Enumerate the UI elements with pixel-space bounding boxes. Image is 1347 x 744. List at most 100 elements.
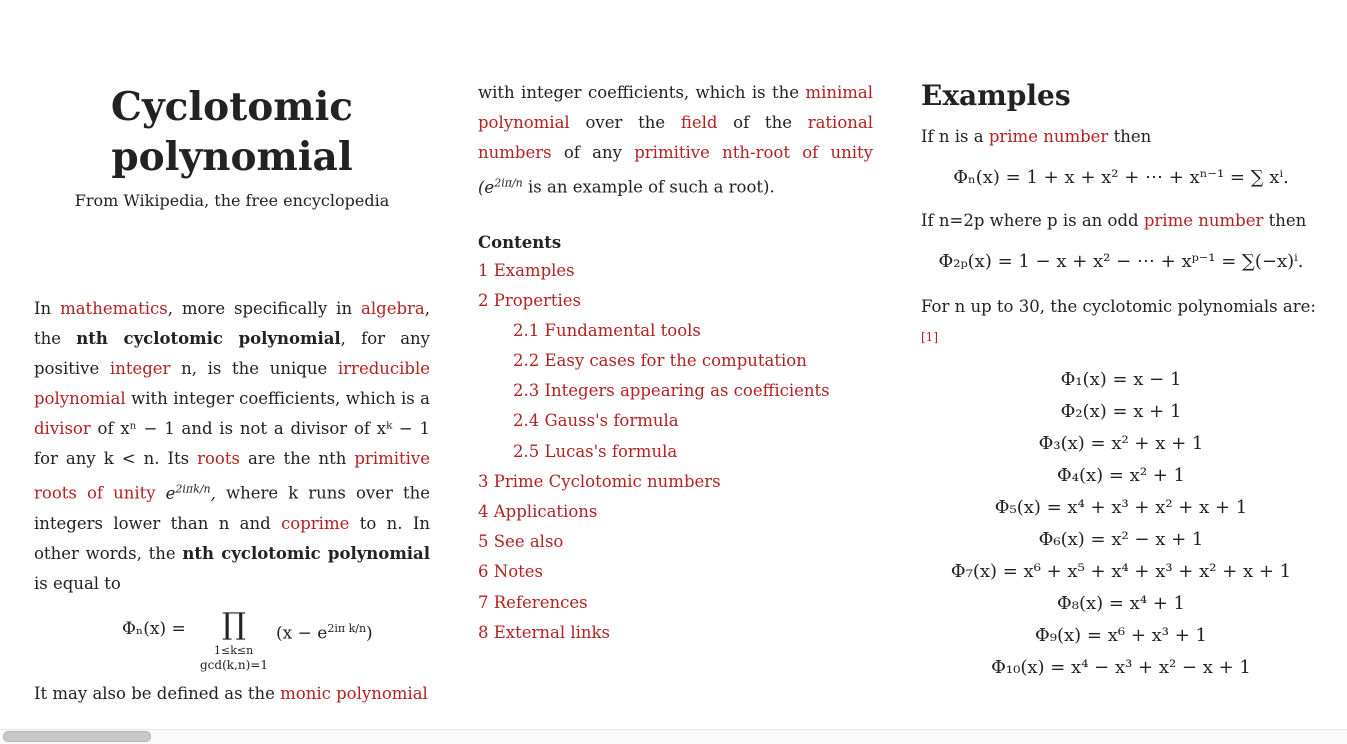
polynomial-1: Φ₁(x) = x − 1 — [1060, 368, 1182, 390]
link-monic-polynomial[interactable]: monic polynomial — [280, 684, 428, 703]
text: of — [97, 419, 114, 438]
scrollbar-thumb[interactable] — [3, 731, 151, 742]
toc-link[interactable]: 2.2 Easy cases for the computation — [513, 351, 807, 370]
polynomial-6: Φ₆(x) = x² − x + 1 — [1038, 528, 1204, 550]
toc-link[interactable]: 2.3 Integers appearing as coefficients — [513, 381, 830, 400]
toc-num: 2.3 — [513, 381, 540, 401]
toc-link[interactable]: 8 External links — [478, 623, 610, 642]
toc-num: 6 — [478, 562, 489, 582]
toc-link[interactable]: 2.5 Lucas's formula — [513, 442, 677, 461]
toc-num: 2 — [478, 290, 489, 310]
toc-num: 5 — [478, 532, 489, 552]
toc-item[interactable]: 2.5 Lucas's formula — [478, 440, 873, 464]
toc-link[interactable]: 7 References — [478, 593, 588, 612]
intro-paragraph: In mathematics, more specifically in alg… — [34, 294, 430, 599]
reference-link[interactable]: [1] — [921, 330, 938, 344]
toc-item[interactable]: 6 Notes — [478, 560, 873, 584]
link-primitive-root[interactable]: primitive nth-root of unity — [634, 143, 873, 162]
toc-label: Properties — [493, 290, 582, 310]
text: n, is the unique — [181, 359, 328, 378]
toc-label: Applications — [493, 502, 598, 521]
formula-close: ) — [366, 623, 373, 644]
toc-label: External links — [493, 622, 611, 642]
text: of the — [733, 113, 792, 132]
text: is equal to — [34, 573, 121, 593]
toc-num: 8 — [478, 622, 489, 642]
toc-num: 2.1 — [513, 320, 540, 340]
toc-link[interactable]: 2.4 Gauss's formula — [513, 411, 679, 430]
toc-item[interactable]: 2.4 Gauss's formula — [478, 409, 873, 433]
product-formula: Φₙ(x) = ∏ (x − e2iπ k/n) 1≤k≤n gcd(k,n)=… — [34, 605, 430, 679]
toc-item[interactable]: 4 Applications — [478, 500, 873, 524]
bold-term: nth cyclotomic polynomial — [182, 543, 430, 563]
link-prime-number[interactable]: prime number — [989, 127, 1109, 146]
intro-paragraph-2: It may also be defined as the monic poly… — [34, 679, 430, 709]
text: then — [1268, 211, 1307, 230]
toc-num: 2.5 — [513, 441, 540, 461]
toc-label: See also — [493, 532, 564, 552]
toc-label: Lucas's formula — [544, 441, 678, 461]
polynomial-4: Φ₄(x) = x² + 1 — [1056, 464, 1186, 486]
toc-item[interactable]: 2.1 Fundamental tools — [478, 319, 873, 343]
polynomial-5: Φ₅(x) = x⁴ + x³ + x² + x + 1 — [994, 496, 1248, 518]
table-of-contents: 1 Examples 2 Properties 2.1 Fundamental … — [478, 259, 873, 645]
link-integer[interactable]: integer — [110, 359, 171, 378]
toc-item[interactable]: 5 See also — [478, 530, 873, 554]
link-roots[interactable]: roots — [197, 449, 240, 468]
toc-label: Prime Cyclotomic numbers — [493, 471, 721, 491]
toc-label: Integers appearing as coefficients — [544, 381, 830, 401]
text: If n is a — [921, 127, 984, 146]
link-field[interactable]: field — [681, 113, 718, 132]
toc-item[interactable]: 3 Prime Cyclotomic numbers — [478, 470, 873, 494]
math-inline: e2iπk/n, — [165, 482, 216, 503]
toc-label: References — [493, 592, 588, 612]
page-title: Cyclotomic polynomial — [34, 82, 430, 182]
polynomial-9: Φ₉(x) = x⁶ + x³ + 1 — [1035, 624, 1207, 646]
toc-item[interactable]: 2.3 Integers appearing as coefficients — [478, 379, 873, 403]
toc-label: Notes — [493, 562, 543, 582]
link-prime-number-2[interactable]: prime number — [1144, 211, 1264, 230]
link-mathematics[interactable]: mathematics — [60, 299, 168, 318]
toc-item[interactable]: 1 Examples — [478, 259, 873, 283]
formula-lhs: Φₙ(x) = — [122, 618, 186, 639]
toc-heading: Contents — [478, 232, 562, 252]
section-heading-examples: Examples — [921, 79, 1071, 112]
toc-num: 7 — [478, 592, 489, 612]
equation-prime: Φₙ(x) = 1 + x + x² + ⋯ + xⁿ⁻¹ = ∑ xⁱ. — [953, 167, 1289, 188]
toc-item[interactable]: 7 References — [478, 591, 873, 615]
polynomial-10: Φ₁₀(x) = x⁴ − x³ + x² − x + 1 — [991, 656, 1251, 678]
text: are the nth — [247, 449, 347, 468]
link-divisor[interactable]: divisor — [34, 419, 91, 438]
polynomial-3: Φ₃(x) = x² + x + 1 — [1038, 432, 1204, 454]
toc-link[interactable]: 3 Prime Cyclotomic numbers — [478, 472, 721, 491]
title-line-2: polynomial — [111, 134, 353, 180]
formula-term-text: (x − e — [276, 623, 328, 644]
link-algebra[interactable]: algebra — [361, 299, 425, 318]
toc-link[interactable]: 2.1 Fundamental tools — [513, 321, 701, 340]
toc-link[interactable]: 1 Examples — [478, 261, 575, 280]
math-exponent: 2iπ/n — [494, 176, 523, 189]
text: with integer coefficients, which is a — [131, 389, 430, 408]
toc-link[interactable]: 6 Notes — [478, 562, 543, 581]
toc-link[interactable]: 2 Properties — [478, 291, 581, 310]
formula-term: (x − e2iπ k/n) — [276, 617, 373, 646]
intro-continued: with integer coefficients, which is the … — [478, 78, 873, 203]
text: It may also be defined as the — [34, 683, 275, 703]
bold-term: nth cyclotomic polynomial — [76, 329, 341, 348]
examples-paragraph-3: For n up to 30, the cyclotomic polynomia… — [921, 292, 1321, 358]
toc-item[interactable]: 2 Properties — [478, 289, 873, 313]
toc-num: 1 — [478, 260, 489, 280]
horizontal-scrollbar[interactable] — [0, 729, 1347, 744]
link-coprime[interactable]: coprime — [281, 514, 349, 533]
toc-item[interactable]: 8 External links — [478, 621, 873, 645]
text: is an example of such a root). — [528, 177, 775, 197]
article-column-3: Examples If n is a prime number then Φₙ(… — [921, 78, 1321, 684]
text: with integer coefficients, which is the — [478, 83, 800, 102]
toc-link[interactable]: 5 See also — [478, 532, 563, 551]
toc-item[interactable]: 2.2 Easy cases for the computation — [478, 349, 873, 373]
toc-label: Gauss's formula — [544, 411, 679, 431]
toc-link[interactable]: 4 Applications — [478, 502, 597, 521]
polynomial-2: Φ₂(x) = x + 1 — [1060, 400, 1182, 422]
examples-paragraph-1: If n is a prime number then — [921, 122, 1321, 152]
polynomial-8: Φ₈(x) = x⁴ + 1 — [1056, 592, 1186, 614]
